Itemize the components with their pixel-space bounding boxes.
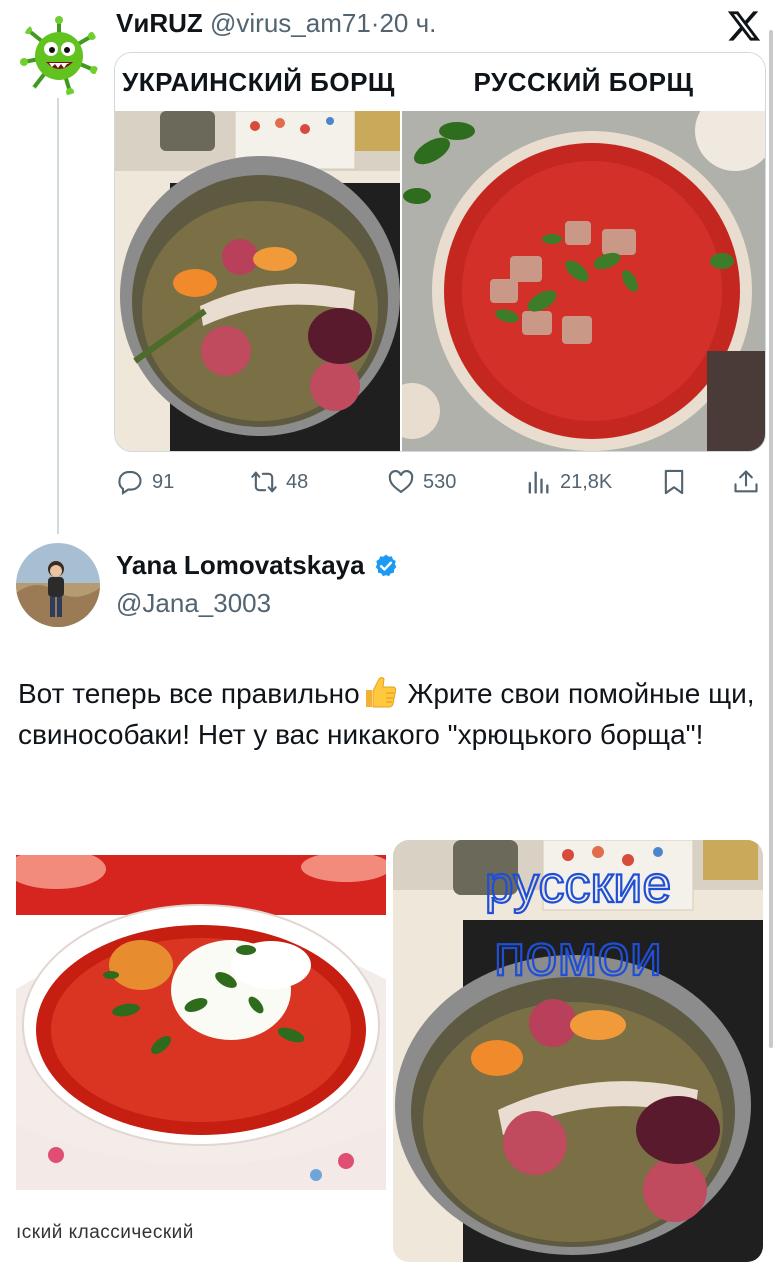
virus-avatar-icon (18, 14, 100, 96)
overlay-text-line1: русские (485, 856, 671, 914)
tweet-timestamp[interactable]: 20 ч. (379, 8, 436, 38)
pot-with-overlay-text-photo: русские помои (393, 840, 763, 1262)
reply-media-right[interactable]: русские помои (393, 840, 763, 1262)
like-count: 530 (423, 470, 457, 493)
thumbs-up-emoji (365, 677, 396, 708)
retweet-button[interactable]: 48 (250, 462, 308, 502)
reply-author[interactable]: Yana Lomovatskaya (116, 550, 399, 581)
author-handle[interactable]: @virus_am71 (210, 8, 371, 38)
reply-author-name[interactable]: Yana Lomovatskaya (116, 550, 365, 581)
views-button[interactable]: 21,8K (524, 462, 612, 502)
thread-connector-line (57, 98, 59, 534)
user-photo-avatar (16, 543, 100, 627)
collage-title-bar: УКРАИНСКИЙ БОРЩ РУССКИЙ БОРЩ (115, 53, 765, 111)
scrollbar[interactable] (769, 30, 773, 1048)
reply-text: Вот теперь все правильно Жрите свои помо… (18, 673, 758, 755)
red-borscht-photo (402, 111, 765, 451)
share-upload-icon (734, 470, 758, 493)
bookmark-icon (664, 469, 684, 495)
views-count: 21,8K (560, 470, 613, 493)
retweet-count: 48 (286, 470, 309, 493)
verified-badge-icon[interactable] (373, 553, 399, 579)
right-image-title: РУССКИЙ БОРЩ (473, 67, 694, 97)
speech-bubble-icon (118, 471, 142, 496)
reply-author-avatar[interactable] (16, 543, 100, 627)
author-avatar[interactable] (18, 14, 100, 96)
reply-author-handle[interactable]: @Jana_3003 (116, 588, 271, 619)
retweet-arrows-icon (251, 471, 277, 493)
reply-media-caption: ıский классический (16, 1222, 194, 1243)
pot-with-sausages-photo (115, 111, 400, 451)
borscht-with-sour-cream-photo (16, 855, 386, 1190)
share-button[interactable] (732, 462, 768, 502)
overlay-text-line2: помои (494, 923, 662, 988)
heart-icon (388, 470, 414, 494)
like-button[interactable]: 530 (387, 462, 456, 502)
tweet-header: VиRUZ @virus_am71·20 ч. (116, 8, 436, 39)
reply-count: 91 (152, 470, 175, 493)
reply-text-part1: Вот теперь все правильно (18, 678, 360, 709)
reply-button[interactable]: 91 (116, 462, 174, 502)
left-image-title: УКРАИНСКИЙ БОРЩ (122, 67, 395, 97)
reply-media-left[interactable] (16, 855, 386, 1190)
x-logo-icon[interactable] (726, 8, 762, 44)
author-name[interactable]: VиRUZ (116, 8, 203, 38)
tweet-action-bar: 91 48 530 21,8K (114, 462, 764, 502)
bar-chart-icon (528, 471, 549, 494)
tweet-media-collage[interactable]: УКРАИНСКИЙ БОРЩ РУССКИЙ БОРЩ (114, 52, 766, 452)
bookmark-button[interactable] (660, 462, 696, 502)
